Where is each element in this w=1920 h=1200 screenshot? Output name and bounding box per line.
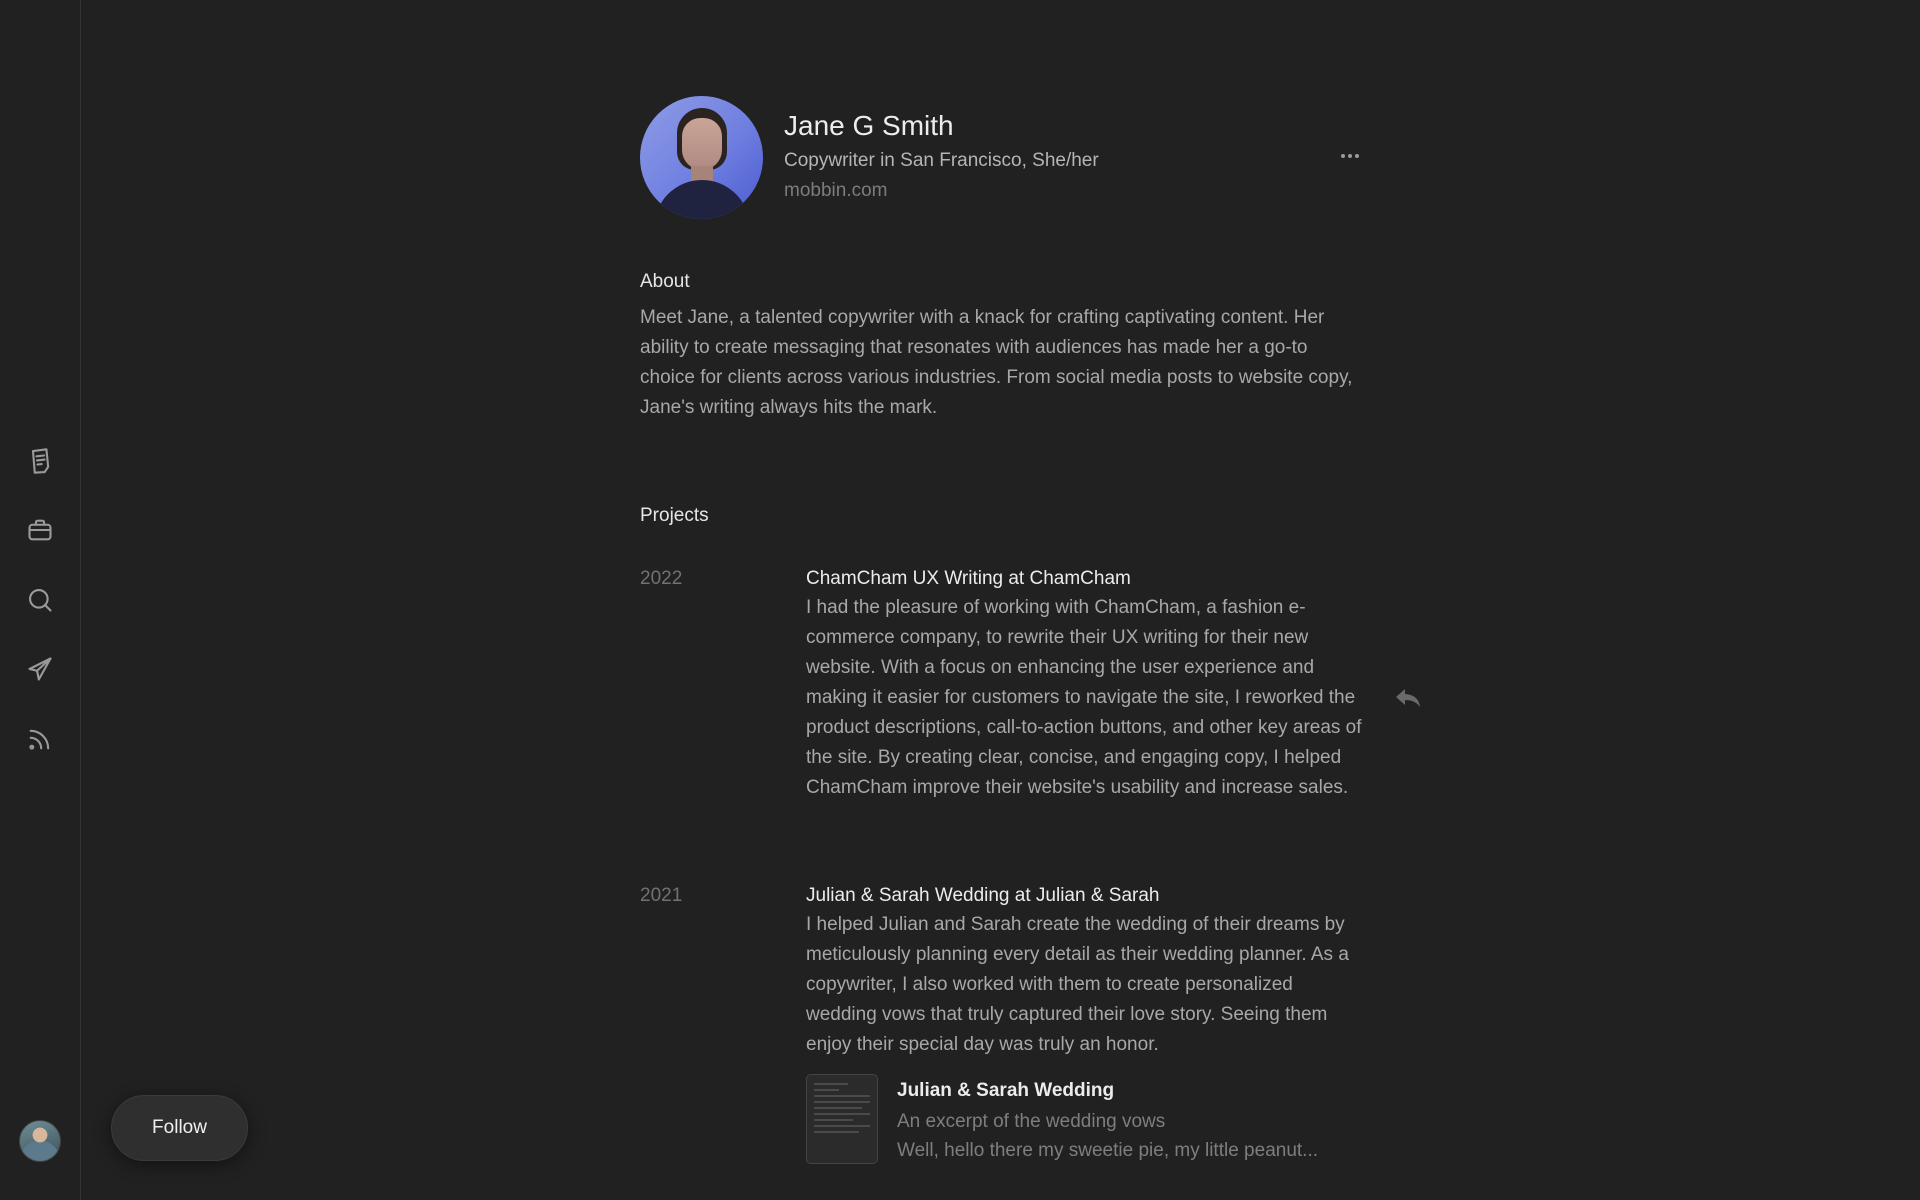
profile-website-link[interactable]: mobbin.com [784,180,888,202]
project-title: Julian & Sarah Wedding at Julian & Sarah [806,885,1160,906]
reply-icon[interactable] [1394,686,1422,710]
more-options-icon[interactable] [1338,148,1362,164]
attachment-excerpt: Well, hello there my sweetie pie, my lit… [897,1140,1319,1161]
project-description: I helped Julian and Sarah create the wed… [806,914,1349,1055]
document-icon[interactable] [24,445,56,477]
search-icon[interactable] [24,584,56,616]
project-year: 2021 [640,885,683,906]
feed-icon[interactable] [24,723,56,755]
profile-avatar [640,96,763,219]
attachment-title: Julian & Sarah Wedding [897,1080,1115,1101]
project-title: ChamCham UX Writing at ChamCham [806,568,1131,589]
follow-button[interactable]: Follow [111,1095,248,1161]
sidebar [0,0,81,1200]
project-year: 2022 [640,568,683,589]
send-icon[interactable] [24,653,56,685]
project-attachment[interactable]: Julian & Sarah Wedding An excerpt of the… [806,1074,1366,1166]
profile-subtitle: Copywriter in San Francisco, She/her [784,150,1099,171]
projects-heading: Projects [640,505,709,526]
avatar[interactable] [19,1120,61,1162]
briefcase-icon[interactable] [24,514,56,546]
profile-name: Jane G Smith [784,110,954,141]
attachment-thumbnail [806,1074,878,1164]
attachment-subtitle: An excerpt of the wedding vows [897,1111,1166,1132]
project-description: I had the pleasure of working with ChamC… [806,597,1362,798]
about-text: Meet Jane, a talented copywriter with a … [640,307,1353,418]
about-heading: About [640,271,690,292]
